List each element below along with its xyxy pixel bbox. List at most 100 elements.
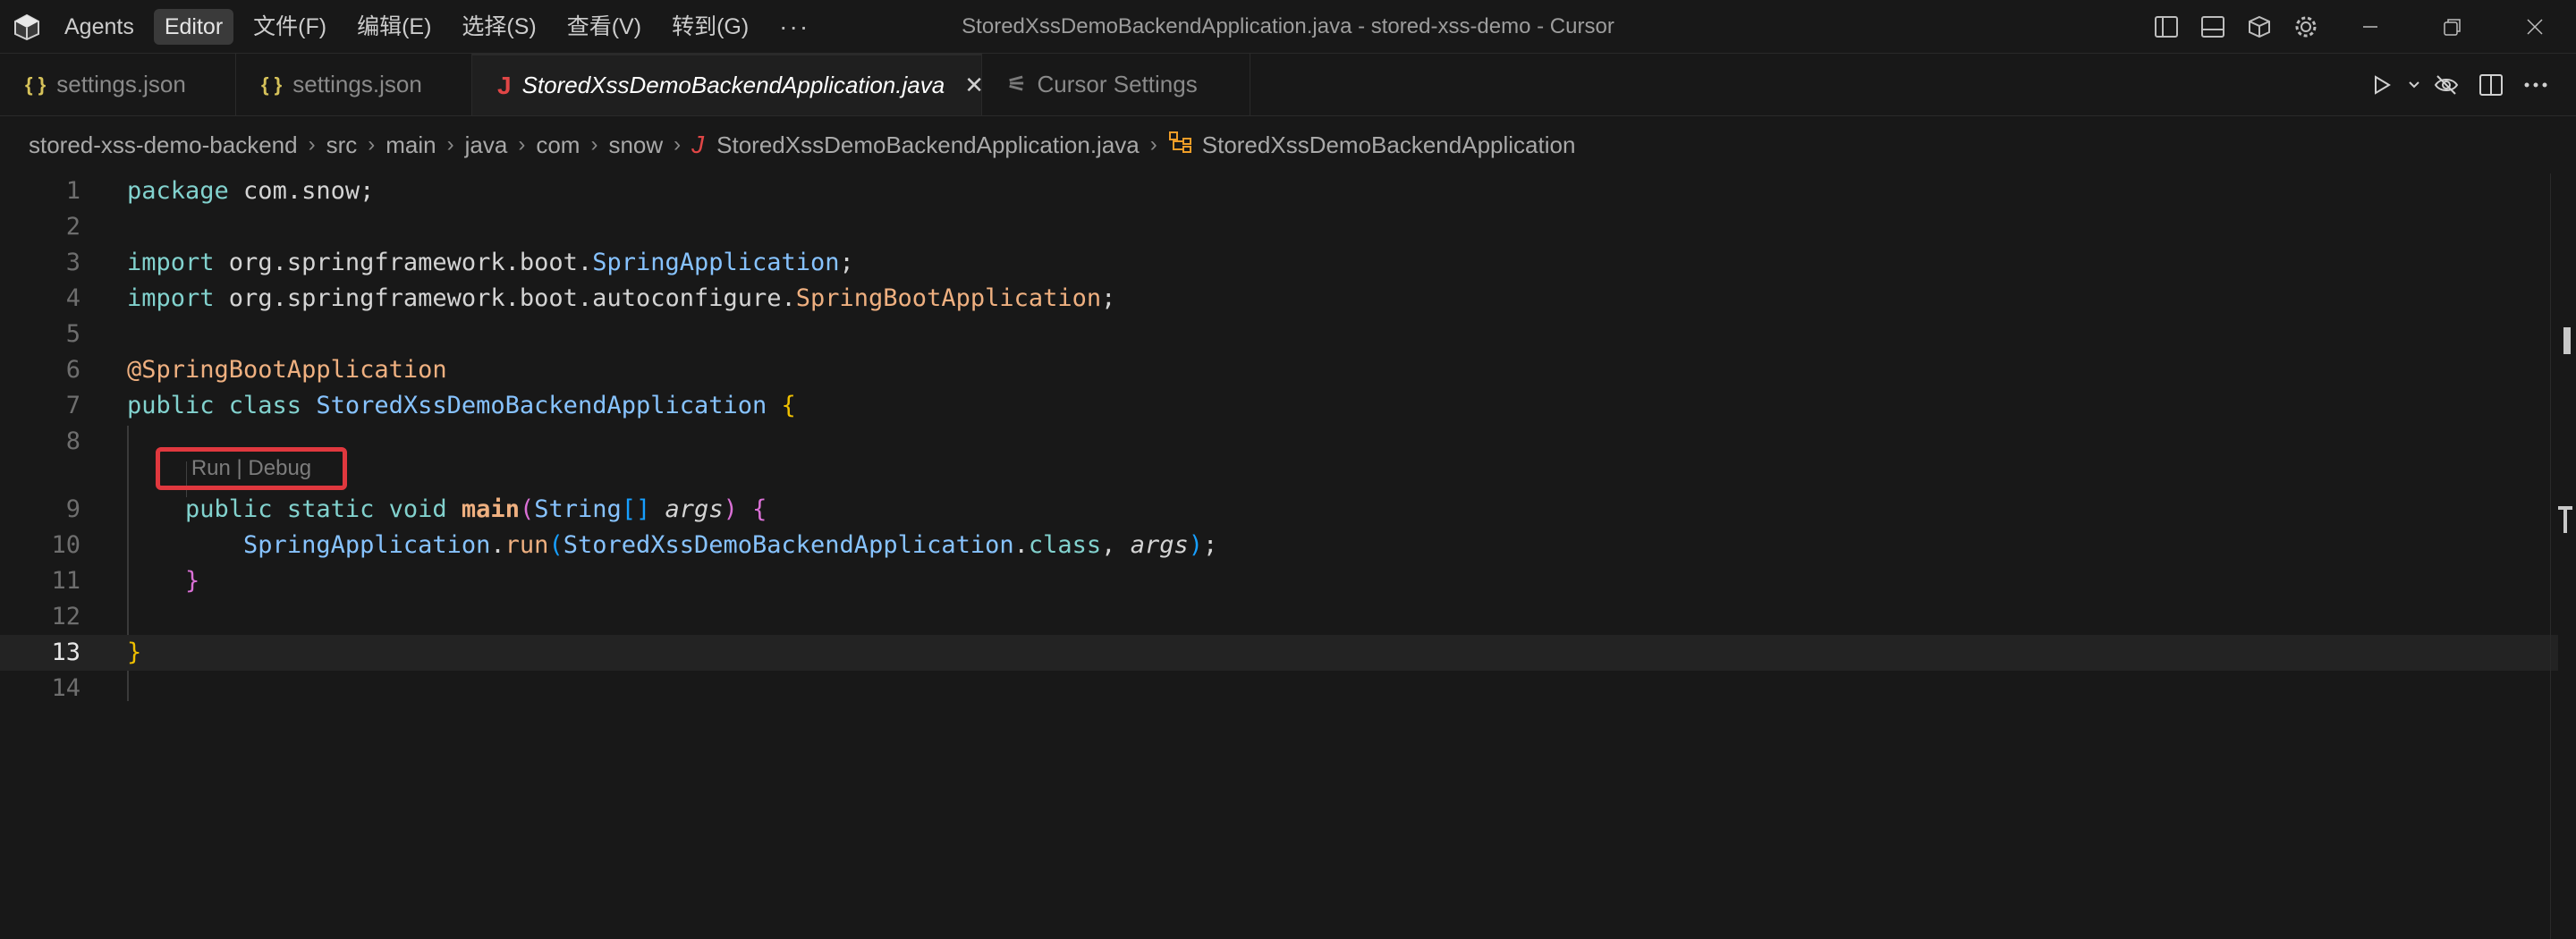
breadcrumb-separator: › <box>446 132 454 156</box>
close-window-icon[interactable] <box>2494 0 2576 54</box>
class-token: SpringApplication <box>243 531 491 559</box>
code-line-8[interactable]: 8 <box>0 424 2558 460</box>
line-number: 10 <box>51 531 80 559</box>
tab-label: Cursor Settings <box>1037 71 1198 97</box>
punct-token: ; <box>1101 284 1116 312</box>
menu-view[interactable]: 查看(V) <box>556 9 652 45</box>
type-token: String <box>534 495 622 523</box>
run-icon[interactable] <box>2360 54 2404 115</box>
breadcrumb: stored-xss-demo-backend › src › main › j… <box>29 116 1575 173</box>
menu-editor[interactable]: Editor <box>153 8 234 45</box>
minimize-window-icon[interactable] <box>2329 0 2411 54</box>
menu-agents[interactable]: Agents <box>54 9 145 45</box>
tab-cursor-settings[interactable]: ⚟ Cursor Settings <box>982 54 1250 115</box>
overview-ruler-scrollbar[interactable] <box>2550 173 2576 939</box>
package-name-token: com.snow; <box>228 177 375 205</box>
line-number: 2 <box>65 213 80 241</box>
tab-label: settings.json <box>292 71 422 97</box>
toggle-panel-icon[interactable] <box>2190 0 2236 54</box>
run-debug-codelens[interactable]: Run | Debug <box>156 447 347 490</box>
code-line-1[interactable]: 1 package com.snow; <box>0 173 2558 209</box>
tab-settings-json-1[interactable]: { } settings.json <box>0 54 236 115</box>
paren-token: ) <box>723 495 738 523</box>
tab-settings-json-2[interactable]: { } settings.json <box>236 54 472 115</box>
split-editor-icon[interactable] <box>2469 54 2513 115</box>
menu-goto[interactable]: 转到(G) <box>661 9 759 45</box>
breadcrumb-item-symbol[interactable]: StoredXssDemoBackendApplication <box>1168 131 1575 160</box>
paren-token: ( <box>519 495 535 523</box>
line-number: 6 <box>65 356 80 384</box>
tab-stored-xss-demo-backend-application-java[interactable]: J StoredXssDemoBackendApplication.java ✕ <box>472 54 984 115</box>
tab-label: StoredXssDemoBackendApplication.java <box>521 72 945 98</box>
code-line-10[interactable]: 10 SpringApplication.run(StoredXssDemoBa… <box>0 528 2558 563</box>
run-options-chevron-down-icon[interactable] <box>2404 54 2424 115</box>
line-number: 12 <box>51 603 80 630</box>
punct-token: . <box>490 531 505 559</box>
more-actions-icon[interactable] <box>2513 54 2558 115</box>
breadcrumb-item-snow[interactable]: snow <box>608 131 663 159</box>
brace-token: } <box>185 567 200 595</box>
line-number: 5 <box>65 320 80 348</box>
parameter-token: args <box>1130 531 1189 559</box>
keyword-token: import <box>127 284 215 312</box>
keyword-token: public static <box>185 495 375 523</box>
breadcrumb-item-java[interactable]: java <box>465 131 508 159</box>
line-number: 13 <box>51 639 80 666</box>
menu-file[interactable]: 文件(F) <box>242 9 337 45</box>
code-line-13[interactable]: 13 } <box>0 635 2558 671</box>
line-number: 9 <box>65 495 80 523</box>
punct-token: ; <box>839 249 854 276</box>
cursor-logo-icon[interactable] <box>0 0 54 54</box>
menu-edit[interactable]: 编辑(E) <box>346 9 442 45</box>
class-token: SpringApplication <box>592 249 840 276</box>
breadcrumb-item-project[interactable]: stored-xss-demo-backend <box>29 131 298 159</box>
class-token: StoredXssDemoBackendApplication <box>563 531 1014 559</box>
code-line-4[interactable]: 4 import org.springframework.boot.autoco… <box>0 281 2558 317</box>
code-line-12[interactable]: 12 <box>0 599 2558 635</box>
punct-token: , <box>1101 531 1131 559</box>
class-symbol-icon <box>1168 131 1193 160</box>
json-braces-icon: { } <box>261 72 283 96</box>
code-line-6[interactable]: 6 @SpringBootApplication <box>0 352 2558 388</box>
code-line-5[interactable]: 5 <box>0 317 2558 352</box>
breadcrumb-item-com[interactable]: com <box>536 131 580 159</box>
keyword-token: void <box>388 495 447 523</box>
settings-gear-icon[interactable] <box>2283 0 2329 54</box>
code-line-3[interactable]: 3 import org.springframework.boot.Spring… <box>0 245 2558 281</box>
close-tab-icon[interactable]: ✕ <box>964 72 984 99</box>
line-number: 14 <box>51 674 80 702</box>
codelens-label: Run | Debug <box>191 456 312 480</box>
cube-icon[interactable] <box>2236 0 2283 54</box>
menu-selection[interactable]: 选择(S) <box>451 9 547 45</box>
brace-token: } <box>127 639 142 666</box>
paren-token: ) <box>1188 531 1203 559</box>
breadcrumb-item-main[interactable]: main <box>386 131 436 159</box>
code-line-11[interactable]: 11 } <box>0 563 2558 599</box>
line-number: 7 <box>65 392 80 419</box>
code-line-14[interactable]: 14 <box>0 671 2558 706</box>
line-number: 8 <box>65 427 80 455</box>
code-editor[interactable]: 1 package com.snow; 2 3 import org.sprin… <box>0 173 2576 939</box>
title-bar: Agents Editor 文件(F) 编辑(E) 选择(S) 查看(V) 转到… <box>0 0 2576 54</box>
code-line-7[interactable]: 7 public class StoredXssDemoBackendAppli… <box>0 388 2558 424</box>
toggle-primary-sidebar-icon[interactable] <box>2143 0 2190 54</box>
keyword-token: package <box>127 177 229 205</box>
overview-marker <box>2563 327 2571 354</box>
punct-token: ; <box>1202 531 1218 559</box>
code-line-9[interactable]: 9 public static void main(String[] args)… <box>0 492 2558 528</box>
keyword-token: class <box>1028 531 1102 559</box>
breadcrumb-item-src[interactable]: src <box>326 131 358 159</box>
restore-window-icon[interactable] <box>2411 0 2494 54</box>
eye-off-icon[interactable] <box>2424 54 2469 115</box>
code-line-2[interactable]: 2 <box>0 209 2558 245</box>
settings-sliders-icon: ⚟ <box>1007 72 1027 97</box>
brace-token: { <box>781 392 796 419</box>
overview-marker <box>2563 506 2567 533</box>
more-menu-icon[interactable]: ··· <box>779 13 809 41</box>
breadcrumb-item-file[interactable]: J StoredXssDemoBackendApplication.java <box>691 131 1140 159</box>
breadcrumb-separator: › <box>590 132 598 156</box>
